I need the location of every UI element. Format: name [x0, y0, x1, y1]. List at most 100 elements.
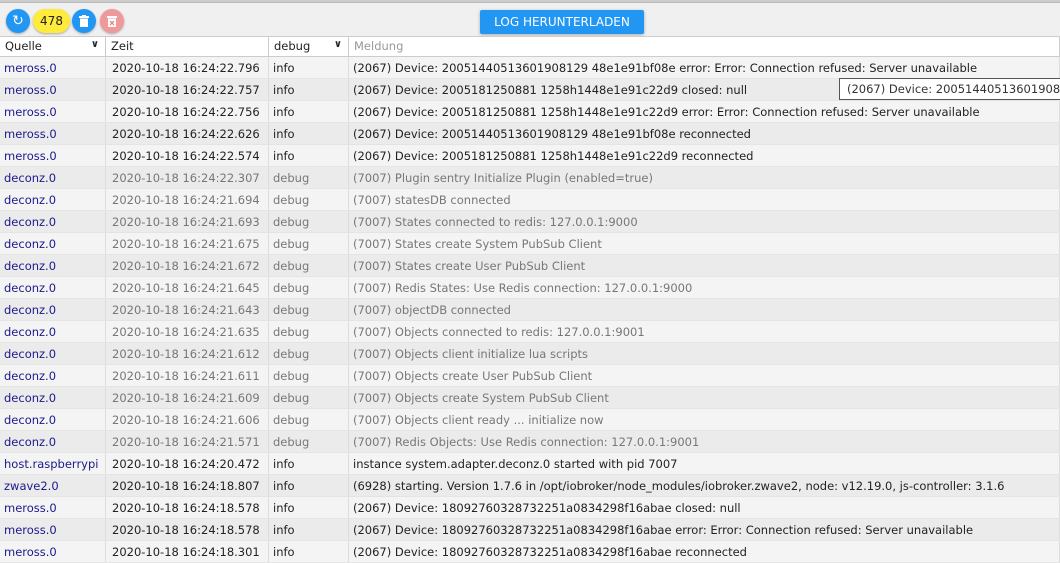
log-message: (2067) Device: 18092760328732251a0834298… — [349, 541, 1060, 562]
time-header: Zeit — [106, 37, 269, 56]
log-row: meross.0 2020-10-18 16:24:18.301 info (2067… — [0, 541, 1060, 563]
log-message: (7007) Objects create System PubSub Clie… — [349, 387, 1060, 408]
source-filter[interactable]: Quelle ∨ — [0, 37, 106, 56]
log-count-badge[interactable]: 478 — [33, 9, 70, 33]
log-level: debug — [269, 189, 349, 210]
log-source: meross.0 — [0, 79, 106, 100]
time-header-label: Zeit — [111, 39, 134, 53]
log-level: info — [269, 123, 349, 144]
log-level: info — [269, 475, 349, 496]
log-row: host.raspberrypi 2020-10-18 16:24:20.472 i… — [0, 453, 1060, 475]
log-message: (2067) Device: 20051440513601908129 48e1… — [349, 123, 1060, 144]
trash-x-icon — [107, 16, 117, 27]
log-source: host.raspberrypi — [0, 453, 106, 474]
log-row: meross.0 2020-10-18 16:24:22.756 info (2067… — [0, 101, 1060, 123]
log-row: meross.0 2020-10-18 16:24:18.578 info (2067… — [0, 519, 1060, 541]
log-time: 2020-10-18 16:24:22.796 — [106, 57, 269, 78]
log-message: (7007) States create System PubSub Clien… — [349, 233, 1060, 254]
log-message: (7007) objectDB connected — [349, 299, 1060, 320]
log-level: info — [269, 497, 349, 518]
log-source: meross.0 — [0, 519, 106, 540]
log-source: deconz.0 — [0, 233, 106, 254]
delete-log-button[interactable] — [100, 9, 124, 33]
log-message: (6928) starting. Version 1.7.6 in /opt/i… — [349, 475, 1060, 496]
log-message: (7007) Objects create User PubSub Client — [349, 365, 1060, 386]
log-source: deconz.0 — [0, 255, 106, 276]
log-time: 2020-10-18 16:24:22.307 — [106, 167, 269, 188]
log-row: deconz.0 2020-10-18 16:24:21.609 debug (700… — [0, 387, 1060, 409]
log-message: (7007) Objects client initialize lua scr… — [349, 343, 1060, 364]
log-row: deconz.0 2020-10-18 16:24:21.643 debug (700… — [0, 299, 1060, 321]
level-filter[interactable]: debug ∨ — [269, 37, 349, 56]
refresh-icon: ↻ — [12, 13, 24, 29]
log-source: deconz.0 — [0, 409, 106, 430]
log-level: info — [269, 101, 349, 122]
log-message: (2067) Device: 20051440513601908129 48e1… — [349, 57, 1060, 78]
chevron-down-icon: ∨ — [333, 39, 342, 50]
clear-log-button[interactable] — [72, 9, 96, 33]
log-level: info — [269, 57, 349, 78]
log-level: info — [269, 453, 349, 474]
log-source: meross.0 — [0, 145, 106, 166]
log-row: meross.0 2020-10-18 16:24:22.626 info (2067… — [0, 123, 1060, 145]
log-level: debug — [269, 409, 349, 430]
log-level: debug — [269, 299, 349, 320]
log-time: 2020-10-18 16:24:21.675 — [106, 233, 269, 254]
log-time: 2020-10-18 16:24:21.645 — [106, 277, 269, 298]
log-time: 2020-10-18 16:24:21.612 — [106, 343, 269, 364]
log-time: 2020-10-18 16:24:21.611 — [106, 365, 269, 386]
log-message: (7007) States create User PubSub Client — [349, 255, 1060, 276]
log-time: 2020-10-18 16:24:22.626 — [106, 123, 269, 144]
log-source: zwave2.0 — [0, 475, 106, 496]
log-time: 2020-10-18 16:24:22.757 — [106, 79, 269, 100]
log-level: debug — [269, 365, 349, 386]
log-row: deconz.0 2020-10-18 16:24:21.694 debug (700… — [0, 189, 1060, 211]
download-log-button[interactable]: LOG HERUNTERLADEN — [480, 10, 644, 34]
log-time: 2020-10-18 16:24:22.574 — [106, 145, 269, 166]
log-row: deconz.0 2020-10-18 16:24:21.611 debug (700… — [0, 365, 1060, 387]
log-level: info — [269, 541, 349, 562]
log-time: 2020-10-18 16:24:21.694 — [106, 189, 269, 210]
message-tooltip: (2067) Device: 20051440513601908129 — [839, 78, 1060, 100]
log-time: 2020-10-18 16:24:21.693 — [106, 211, 269, 232]
log-time: 2020-10-18 16:24:21.643 — [106, 299, 269, 320]
log-time: 2020-10-18 16:24:21.609 — [106, 387, 269, 408]
log-level: debug — [269, 167, 349, 188]
log-message: (2067) Device: 2005181250881 1258h1448e1… — [349, 145, 1060, 166]
log-source: deconz.0 — [0, 277, 106, 298]
log-level: info — [269, 145, 349, 166]
log-time: 2020-10-18 16:24:21.606 — [106, 409, 269, 430]
log-message: (7007) Objects client ready ... initiali… — [349, 409, 1060, 430]
log-message: (7007) Objects connected to redis: 127.0… — [349, 321, 1060, 342]
log-message: (2067) Device: 18092760328732251a0834298… — [349, 519, 1060, 540]
source-header: Quelle — [5, 39, 42, 53]
log-source: deconz.0 — [0, 321, 106, 342]
log-message: (2067) Device: 18092760328732251a0834298… — [349, 497, 1060, 518]
log-level: debug — [269, 255, 349, 276]
log-level: debug — [269, 431, 349, 452]
log-level: debug — [269, 321, 349, 342]
log-row: deconz.0 2020-10-18 16:24:21.606 debug (700… — [0, 409, 1060, 431]
log-time: 2020-10-18 16:24:20.472 — [106, 453, 269, 474]
trash-icon — [79, 15, 89, 27]
log-time: 2020-10-18 16:24:18.301 — [106, 541, 269, 562]
log-source: meross.0 — [0, 541, 106, 562]
message-filter-input[interactable]: Meldung — [349, 37, 1060, 56]
chevron-down-icon: ∨ — [90, 39, 99, 50]
log-time: 2020-10-18 16:24:18.578 — [106, 497, 269, 518]
log-message: (7007) Plugin sentry Initialize Plugin (… — [349, 167, 1060, 188]
log-source: deconz.0 — [0, 299, 106, 320]
log-level: debug — [269, 233, 349, 254]
refresh-button[interactable]: ↻ — [6, 9, 30, 33]
log-source: deconz.0 — [0, 167, 106, 188]
log-row: deconz.0 2020-10-18 16:24:21.635 debug (700… — [0, 321, 1060, 343]
table-header: Quelle ∨ Zeit debug ∨ Meldung — [0, 36, 1060, 57]
log-source: meross.0 — [0, 497, 106, 518]
log-row: meross.0 2020-10-18 16:24:22.796 info (2067… — [0, 57, 1060, 79]
log-time: 2020-10-18 16:24:21.571 — [106, 431, 269, 452]
log-message: instance system.adapter.deconz.0 started… — [349, 453, 1060, 474]
log-message: (7007) Redis Objects: Use Redis connecti… — [349, 431, 1060, 452]
log-row: deconz.0 2020-10-18 16:24:22.307 debug (700… — [0, 167, 1060, 189]
log-row: meross.0 2020-10-18 16:24:22.574 info (2067… — [0, 145, 1060, 167]
log-level: debug — [269, 277, 349, 298]
